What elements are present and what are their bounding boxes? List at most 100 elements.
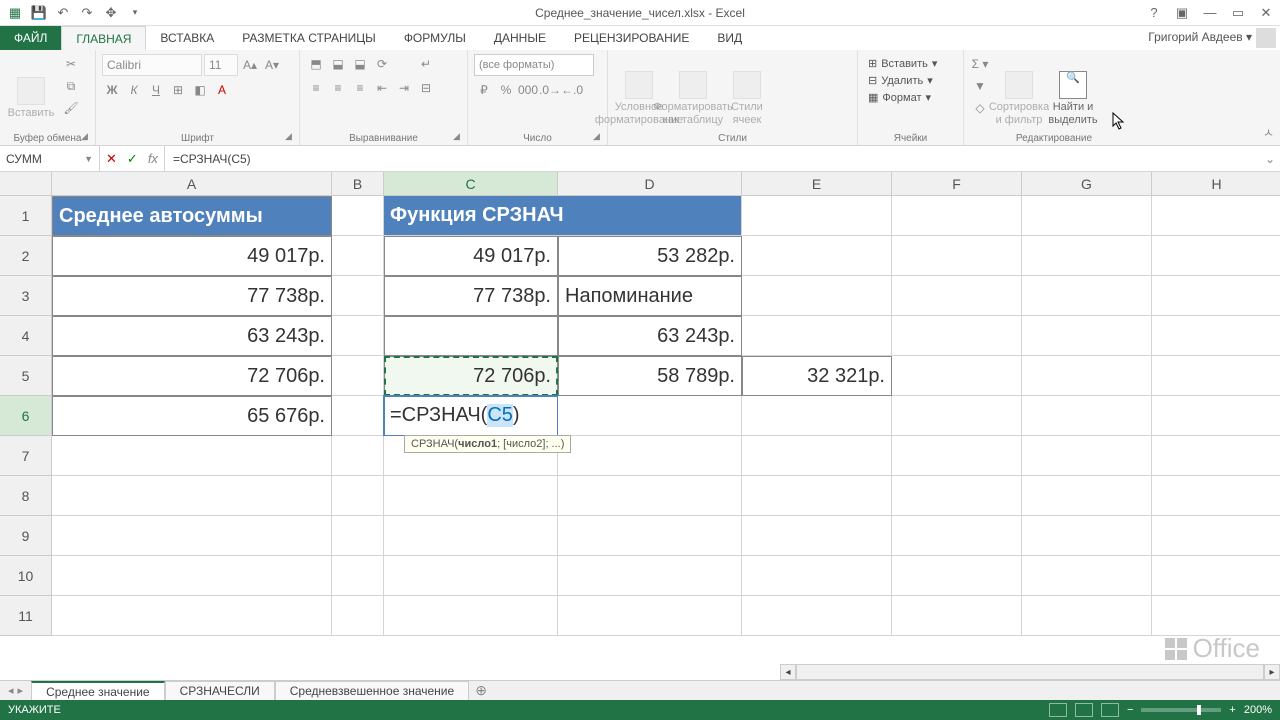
add-sheet-icon[interactable]: ⊕: [469, 682, 493, 699]
cell-B2[interactable]: [332, 236, 384, 276]
cell-C10[interactable]: [384, 556, 558, 596]
cell-H3[interactable]: [1152, 276, 1280, 316]
cell-G2[interactable]: [1022, 236, 1152, 276]
font-launcher-icon[interactable]: ◢: [285, 131, 297, 143]
cell-G4[interactable]: [1022, 316, 1152, 356]
cell-C3[interactable]: 77 738р.: [384, 276, 558, 316]
prev-sheet-icon[interactable]: ◂: [8, 684, 14, 697]
font-color-icon[interactable]: A: [212, 80, 232, 100]
italic-button[interactable]: К: [124, 80, 144, 100]
currency-icon[interactable]: ₽: [474, 80, 494, 100]
cell-E11[interactable]: [742, 596, 892, 636]
cell-F9[interactable]: [892, 516, 1022, 556]
col-header-A[interactable]: A: [52, 172, 332, 196]
cell-E3[interactable]: [742, 276, 892, 316]
cell-H1[interactable]: [1152, 196, 1280, 236]
insert-function-icon[interactable]: fx: [148, 151, 158, 166]
cancel-formula-icon[interactable]: ✕: [106, 151, 117, 167]
cell-C4[interactable]: [384, 316, 558, 356]
cell-D5[interactable]: 58 789р.: [558, 356, 742, 396]
cell-G11[interactable]: [1022, 596, 1152, 636]
cell-G7[interactable]: [1022, 436, 1152, 476]
increase-font-icon[interactable]: A▴: [240, 55, 260, 75]
row-header-9[interactable]: 9: [0, 516, 52, 556]
save-icon[interactable]: 💾: [28, 2, 50, 24]
row-header-7[interactable]: 7: [0, 436, 52, 476]
cell-F3[interactable]: [892, 276, 1022, 316]
col-header-G[interactable]: G: [1022, 172, 1152, 196]
cell-C2[interactable]: 49 017р.: [384, 236, 558, 276]
cell-E7[interactable]: [742, 436, 892, 476]
insert-cells-button[interactable]: ⊞Вставить ▾: [864, 56, 957, 71]
sheet-tab-1[interactable]: СРЗНАЧЕСЛИ: [165, 681, 275, 701]
cell-A5[interactable]: 72 706р.: [52, 356, 332, 396]
minimize-icon[interactable]: —: [1200, 3, 1220, 23]
cell-D11[interactable]: [558, 596, 742, 636]
cell-F7[interactable]: [892, 436, 1022, 476]
row-header-1[interactable]: 1: [0, 196, 52, 236]
cell-F2[interactable]: [892, 236, 1022, 276]
col-header-D[interactable]: D: [558, 172, 742, 196]
cell-F5[interactable]: [892, 356, 1022, 396]
qat-customize-icon[interactable]: ▾: [124, 2, 146, 24]
cell-B3[interactable]: [332, 276, 384, 316]
cell-D6[interactable]: [558, 396, 742, 436]
row-headers[interactable]: 1234567891011: [0, 196, 52, 636]
row-header-4[interactable]: 4: [0, 316, 52, 356]
tab-insert[interactable]: ВСТАВКА: [146, 26, 228, 50]
col-header-E[interactable]: E: [742, 172, 892, 196]
col-header-C[interactable]: C: [384, 172, 558, 196]
row-header-5[interactable]: 5: [0, 356, 52, 396]
cut-icon[interactable]: ✂: [60, 54, 82, 74]
cells-container[interactable]: Среднее автосуммыФункция СРЗНАЧ49 017р.4…: [52, 196, 1280, 636]
border-icon[interactable]: ⊞: [168, 80, 188, 100]
cell-B5[interactable]: [332, 356, 384, 396]
scroll-right-icon[interactable]: ▸: [1264, 664, 1280, 680]
cell-C8[interactable]: [384, 476, 558, 516]
cell-F8[interactable]: [892, 476, 1022, 516]
sheet-tab-2[interactable]: Средневзвешенное значение: [275, 681, 469, 701]
autosum-icon[interactable]: Σ ▾: [970, 54, 990, 74]
sheet-tab-0[interactable]: Среднее значение: [31, 681, 165, 701]
cell-A3[interactable]: 77 738р.: [52, 276, 332, 316]
spreadsheet-grid[interactable]: ABCDEFGH 1234567891011 Среднее автосуммы…: [0, 172, 1280, 642]
cell-H9[interactable]: [1152, 516, 1280, 556]
row-header-8[interactable]: 8: [0, 476, 52, 516]
cell-E1[interactable]: [742, 196, 892, 236]
scroll-track[interactable]: [796, 664, 1264, 680]
cell-A9[interactable]: [52, 516, 332, 556]
bold-button[interactable]: Ж: [102, 80, 122, 100]
decrease-font-icon[interactable]: A▾: [262, 55, 282, 75]
font-size-input[interactable]: 11: [204, 54, 238, 76]
cell-G5[interactable]: [1022, 356, 1152, 396]
view-page-break-icon[interactable]: [1101, 703, 1119, 717]
horizontal-scrollbar[interactable]: ◂ ▸: [0, 664, 1280, 680]
scroll-left-icon[interactable]: ◂: [780, 664, 796, 680]
next-sheet-icon[interactable]: ▸: [18, 684, 24, 697]
cell-E10[interactable]: [742, 556, 892, 596]
tab-file[interactable]: ФАЙЛ: [0, 26, 61, 50]
align-center-icon[interactable]: ≡: [328, 78, 348, 98]
row-header-3[interactable]: 3: [0, 276, 52, 316]
alignment-launcher-icon[interactable]: ◢: [453, 131, 465, 143]
cell-H8[interactable]: [1152, 476, 1280, 516]
cell-G9[interactable]: [1022, 516, 1152, 556]
tab-view[interactable]: ВИД: [703, 26, 756, 50]
cell-D3[interactable]: Напоминание: [558, 276, 742, 316]
enter-formula-icon[interactable]: ✓: [127, 151, 138, 167]
col-header-F[interactable]: F: [892, 172, 1022, 196]
cell-B4[interactable]: [332, 316, 384, 356]
cell-H7[interactable]: [1152, 436, 1280, 476]
cell-E6[interactable]: [742, 396, 892, 436]
cell-D8[interactable]: [558, 476, 742, 516]
indent-decrease-icon[interactable]: ⇤: [372, 78, 392, 98]
comma-icon[interactable]: 000: [518, 80, 538, 100]
sort-filter-button[interactable]: Сортировка и фильтр: [994, 54, 1044, 143]
tab-home[interactable]: ГЛАВНАЯ: [61, 26, 146, 50]
orientation-icon[interactable]: ⟳: [372, 54, 392, 74]
cell-C9[interactable]: [384, 516, 558, 556]
cell-B8[interactable]: [332, 476, 384, 516]
cell-G3[interactable]: [1022, 276, 1152, 316]
cell-F1[interactable]: [892, 196, 1022, 236]
clipboard-launcher-icon[interactable]: ◢: [81, 131, 93, 143]
